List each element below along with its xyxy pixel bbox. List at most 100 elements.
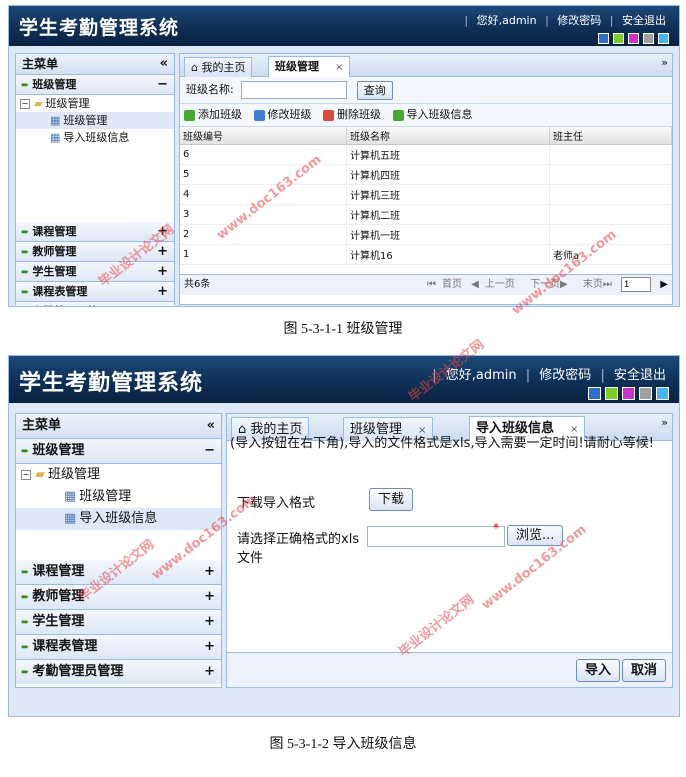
tree-expand-icon[interactable]: − [21, 469, 31, 480]
main-panel: ⌂ 我的主页 班级管理 × » 班级名称: 查询 添加班级 修改班级 删除班级 导… [179, 53, 673, 305]
theme-swatches [598, 33, 669, 44]
theme-blue-swatch[interactable] [588, 387, 601, 400]
sidebar-section-course[interactable]: ➨ 课程管理 + [16, 222, 174, 242]
expand-icon[interactable]: + [157, 222, 168, 241]
sidebar-section-schedule[interactable]: ➨ 课程表管理 + [16, 635, 221, 660]
grid-icon: ▦ [50, 114, 61, 127]
sidebar-section-schedule[interactable]: ➨ 课程表管理 + [16, 282, 174, 302]
grid-icon: ▦ [50, 131, 61, 144]
logout-link[interactable]: 安全退出 [617, 14, 671, 27]
app-header: 学生考勤管理系统 | 您好,admin | 修改密码 | 安全退出 [9, 6, 679, 46]
tab-scroll-icon[interactable]: » [661, 416, 668, 429]
grid-header: 班级编号 班级名称 班主任 [180, 127, 672, 145]
main-panel: ⌂ 我的主页 班级管理 × 导入班级信息 × » (导入按钮在右下角),导入的文件格… [226, 413, 673, 688]
theme-blue-swatch[interactable] [598, 33, 609, 44]
file-path-input[interactable] [367, 526, 505, 547]
theme-pink-swatch[interactable] [628, 33, 639, 44]
sidebar-section-attendance-admin[interactable]: ➨考勤管理员管理 + [16, 660, 221, 684]
close-icon[interactable]: × [335, 62, 343, 73]
import-class-button[interactable]: 导入班级信息 [392, 108, 473, 121]
sidebar-section-teacher[interactable]: ➨ 教师管理 + [16, 585, 221, 610]
collapse-icon[interactable]: « [160, 54, 168, 74]
page-number-input[interactable] [621, 276, 652, 292]
tree-expand-icon[interactable]: − [20, 99, 30, 109]
expand-icon[interactable]: + [204, 610, 215, 634]
delete-class-button[interactable]: 删除班级 [323, 108, 381, 121]
tab-scroll-icon[interactable]: » [661, 56, 668, 69]
sidebar-section-teacher[interactable]: ➨ 教师管理 + [16, 242, 174, 262]
search-button[interactable]: 查询 [356, 80, 393, 100]
sidebar-section-class[interactable]: ➨ 班级管理 − [16, 75, 174, 95]
arrow-icon: ➨ [21, 80, 30, 91]
theme-cyan-swatch[interactable] [658, 33, 669, 44]
tab-strip: ⌂ 我的主页 班级管理 × » [180, 54, 672, 77]
theme-gray-swatch[interactable] [639, 387, 652, 400]
sidebar-section-class[interactable]: ➨ 班级管理 − [16, 439, 221, 464]
table-cell: 3 [180, 204, 347, 225]
expand-icon[interactable]: + [157, 262, 168, 281]
greeting-link[interactable]: 您好,admin [472, 14, 542, 27]
expand-icon[interactable]: + [204, 635, 215, 659]
column-header[interactable]: 班级名称 [346, 127, 550, 145]
import-notice: (导入按钮在右下角),导入的文件格式是xls,导入需要一定时间!请耐心等候! [230, 436, 654, 451]
theme-gray-swatch[interactable] [643, 33, 654, 44]
tab-home[interactable]: ⌂ 我的主页 [184, 57, 253, 77]
column-header[interactable]: 班级编号 [180, 127, 347, 145]
sidebar-title: 主菜单 « [16, 54, 174, 75]
theme-green-swatch[interactable] [605, 387, 618, 400]
first-page-button[interactable]: ⏮ 首页 [427, 279, 462, 290]
header-links: | 您好,admin | 修改密码 | 安全退出 [464, 12, 671, 28]
tree-root[interactable]: − ▰ 班级管理 [16, 95, 174, 112]
class-name-input[interactable] [241, 81, 348, 99]
browse-button[interactable]: 浏览... [507, 525, 564, 546]
tree-item-import-class[interactable]: ▦ 导入班级信息 [16, 508, 221, 530]
table-row[interactable]: 6 计算机五班 [180, 144, 672, 165]
change-password-link[interactable]: 修改密码 [534, 368, 596, 383]
table-row[interactable]: 3 计算机二班 [180, 204, 672, 225]
expand-icon[interactable]: + [204, 585, 215, 609]
table-row[interactable]: 4 计算机三班 [180, 184, 672, 205]
table-row[interactable]: 2 计算机一班 [180, 224, 672, 245]
tree-item-class-management[interactable]: ▦ 班级管理 [16, 486, 221, 508]
class-tree: − ▰ 班级管理 ▦ 班级管理 ▦ 导入班级信息 [16, 464, 221, 560]
sidebar-section-attendance-admin[interactable]: ➨考勤管理员管理 + [16, 302, 174, 306]
prev-page-button[interactable]: ◀ 上一页 [471, 279, 515, 290]
table-row[interactable]: 5 计算机四班 [180, 164, 672, 185]
sidebar-section-student[interactable]: ➨ 学生管理 + [16, 610, 221, 635]
collapse-toggle-icon[interactable]: − [157, 75, 168, 94]
tree-root[interactable]: − ▰ 班级管理 [16, 464, 221, 486]
collapse-icon[interactable]: « [207, 414, 215, 438]
cancel-button[interactable]: 取消 [621, 659, 666, 682]
theme-green-swatch[interactable] [613, 33, 624, 44]
add-class-button[interactable]: 添加班级 [184, 108, 242, 121]
grid-icon: ▦ [64, 489, 77, 504]
tree-item-import-class[interactable]: ▦ 导入班级信息 [16, 129, 174, 146]
next-page-button[interactable]: 下一页▶ [524, 279, 568, 290]
tree-item-class-management[interactable]: ▦ 班级管理 [16, 112, 174, 129]
download-button[interactable]: 下载 [369, 488, 414, 511]
import-button[interactable]: 导入 [575, 659, 620, 682]
form-footer: 导入 取消 [227, 652, 672, 687]
expand-icon[interactable]: + [157, 302, 168, 306]
expand-icon[interactable]: + [157, 242, 168, 261]
collapse-toggle-icon[interactable]: − [204, 439, 215, 463]
table-row[interactable]: 1 计算机16 老师a [180, 244, 672, 265]
edit-class-button[interactable]: 修改班级 [253, 108, 312, 121]
expand-icon[interactable]: + [204, 560, 215, 584]
go-page-icon[interactable]: ▶ [660, 279, 668, 290]
logout-link[interactable]: 安全退出 [609, 368, 671, 383]
tab-class-management[interactable]: 班级管理 × [268, 56, 351, 77]
sidebar-section-course[interactable]: ➨ 课程管理 + [16, 560, 221, 585]
total-count: 共6条 [184, 279, 211, 290]
change-password-link[interactable]: 修改密码 [552, 14, 606, 27]
expand-icon[interactable]: + [204, 660, 215, 684]
greeting-link[interactable]: 您好,admin [441, 368, 522, 383]
last-page-button[interactable]: 末页⏭ [577, 279, 612, 290]
theme-cyan-swatch[interactable] [656, 387, 669, 400]
theme-pink-swatch[interactable] [622, 387, 635, 400]
column-header[interactable]: 班主任 [549, 127, 672, 145]
table-cell [549, 204, 672, 225]
expand-icon[interactable]: + [157, 282, 168, 301]
sidebar-section-student[interactable]: ➨ 学生管理 + [16, 262, 174, 282]
add-icon [184, 109, 195, 121]
